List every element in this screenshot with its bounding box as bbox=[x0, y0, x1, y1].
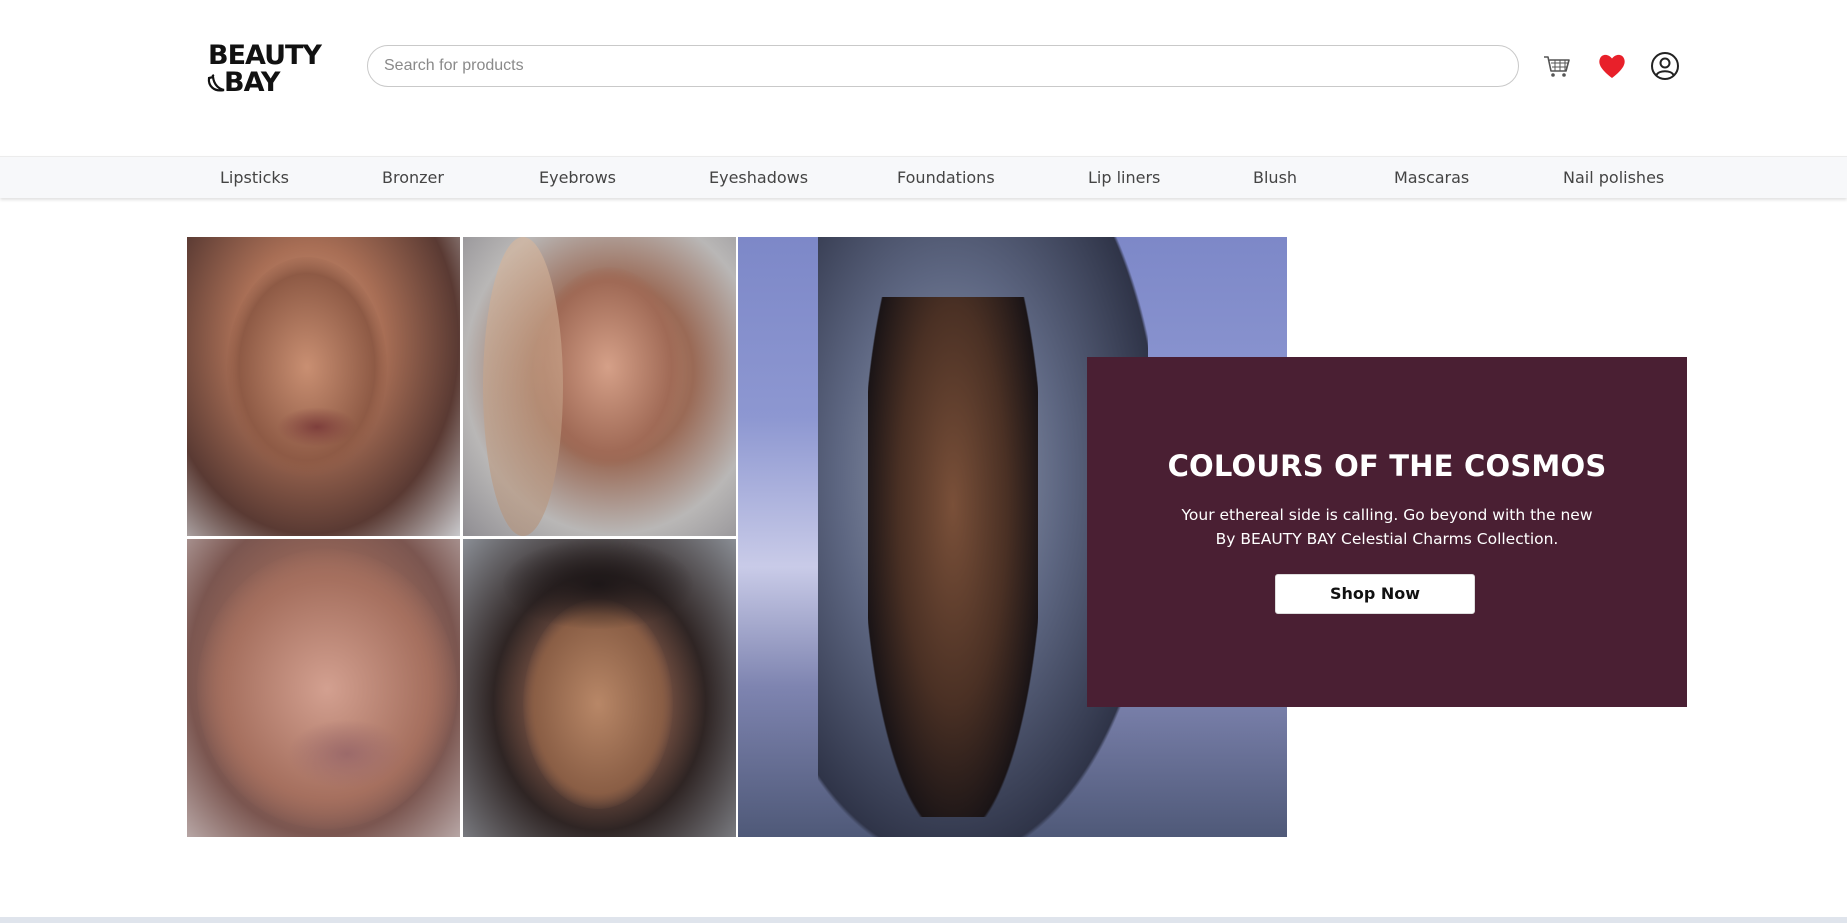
hero-image-model-gem-face[interactable] bbox=[463, 539, 736, 837]
category-nav: Lipsticks Bronzer Eyebrows Eyeshadows Fo… bbox=[0, 156, 1847, 198]
nav-item-eyebrows[interactable]: Eyebrows bbox=[539, 157, 616, 199]
bottom-edge-bar bbox=[0, 917, 1847, 923]
banana-logo-icon bbox=[207, 74, 225, 92]
nav-item-mascaras[interactable]: Mascaras bbox=[1394, 157, 1469, 199]
cart-button[interactable] bbox=[1541, 50, 1573, 82]
beauty-bay-logo[interactable]: BEAUTY BAY bbox=[207, 40, 328, 98]
hero-title: COLOURS OF THE COSMOS bbox=[1167, 449, 1607, 483]
site-header: BEAUTY BAY bbox=[0, 0, 1847, 156]
nav-item-lip-liners[interactable]: Lip liners bbox=[1088, 157, 1160, 199]
hero-image-model-lilac-eyeshadow[interactable] bbox=[463, 237, 736, 536]
logo-line-1: BEAUTY bbox=[208, 40, 322, 71]
user-icon bbox=[1651, 52, 1679, 80]
hero-description: Your ethereal side is calling. Go beyond… bbox=[1181, 506, 1593, 548]
search-bar bbox=[367, 45, 1519, 87]
cart-icon bbox=[1544, 56, 1570, 77]
nav-item-bronzer[interactable]: Bronzer bbox=[382, 157, 444, 199]
search-input[interactable] bbox=[368, 46, 1518, 86]
nav-item-lipsticks[interactable]: Lipsticks bbox=[220, 157, 289, 199]
nav-item-nail-polishes[interactable]: Nail polishes bbox=[1563, 157, 1664, 199]
account-button[interactable] bbox=[1649, 50, 1681, 82]
hero-image-model-lip-closeup[interactable] bbox=[187, 539, 460, 837]
nav-item-blush[interactable]: Blush bbox=[1253, 157, 1297, 199]
logo-line-2: BAY bbox=[207, 67, 328, 98]
heart-icon bbox=[1599, 54, 1625, 78]
model-figure bbox=[868, 297, 1038, 817]
nav-item-eyeshadows[interactable]: Eyeshadows bbox=[709, 157, 808, 199]
hero-promo-card: COLOURS OF THE COSMOS Your ethereal side… bbox=[1087, 357, 1687, 707]
shop-now-button[interactable]: Shop Now bbox=[1275, 574, 1475, 614]
nav-item-foundations[interactable]: Foundations bbox=[897, 157, 995, 199]
wishlist-button[interactable] bbox=[1596, 50, 1628, 82]
hero-image-model-nails[interactable] bbox=[187, 237, 460, 536]
logo-line-2-text: BAY bbox=[224, 67, 280, 98]
